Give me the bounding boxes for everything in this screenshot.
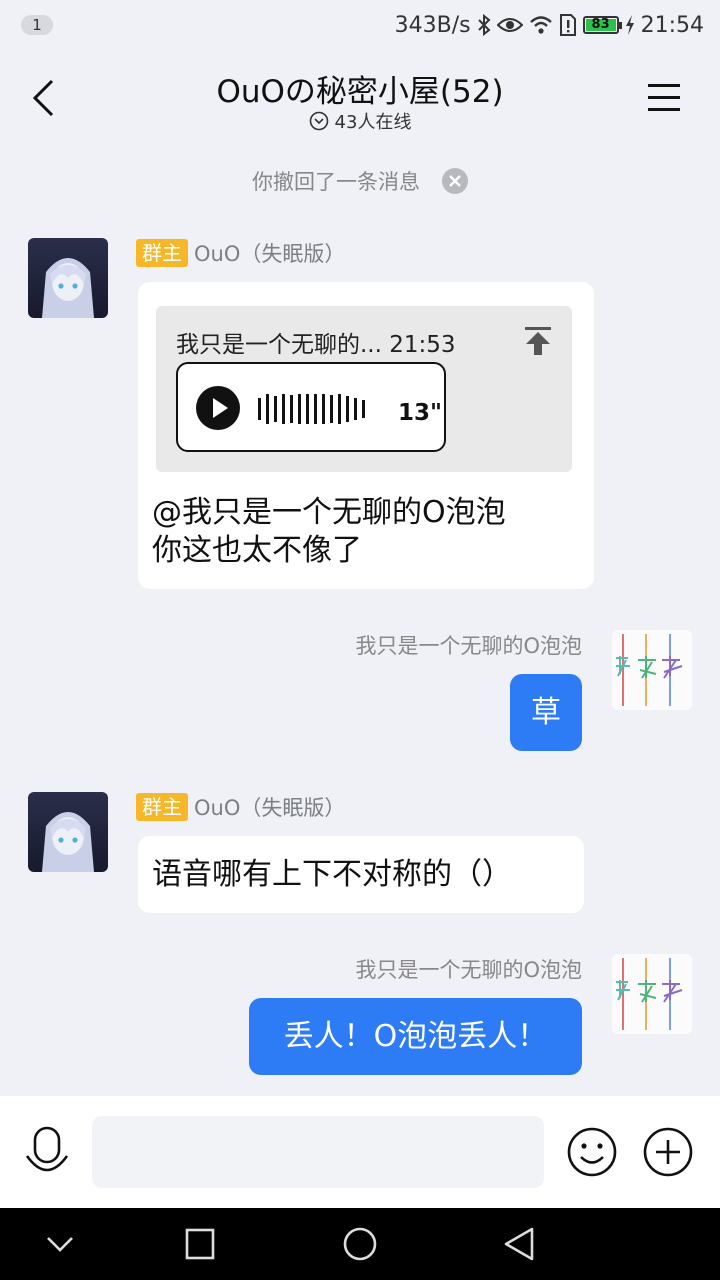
notification-count-badge: 1 — [21, 15, 53, 35]
charging-icon — [625, 15, 635, 35]
battery-level: 83 — [585, 18, 616, 31]
online-count-label: 43人在线 — [334, 112, 412, 133]
eye-icon — [496, 16, 523, 34]
status-icons: 343B/s 83 21:54 — [395, 10, 704, 40]
play-icon[interactable] — [196, 386, 240, 430]
message-text-line: 你这也太不像了 — [152, 533, 362, 568]
nav-home-button[interactable] — [340, 1226, 380, 1266]
microphone-icon — [25, 1126, 69, 1172]
sim-alert-icon — [559, 14, 577, 36]
chevron-down-circle-icon — [309, 111, 328, 131]
voice-message[interactable]: 13" — [176, 362, 446, 452]
message-input[interactable] — [92, 1116, 544, 1188]
nav-back-button[interactable] — [502, 1226, 538, 1266]
quote-header: 我只是一个无聊的... 21:53 — [176, 332, 456, 358]
chat-header: OuOの秘密小屋(52) 43人在线 — [0, 50, 720, 145]
message-bubble[interactable]: 我只是一个无聊的... 21:53 13" @我只是一个无聊的O泡泡 你这也太不… — [138, 282, 594, 589]
sender-row: 群主 OuO（失眠版） — [136, 238, 345, 268]
sender-name: 我只是一个无聊的O泡泡 — [355, 958, 582, 982]
waveform-icon — [258, 394, 365, 424]
avatar-self[interactable] — [612, 954, 692, 1034]
recall-notice: 你撤回了一条消息 — [0, 166, 720, 196]
message-text: 丢人！O泡泡丢人！ — [283, 1018, 548, 1054]
chevron-down-icon — [47, 1237, 73, 1252]
recall-notice-text: 你撤回了一条消息 — [252, 170, 420, 194]
anime-avatar-image — [28, 792, 108, 872]
message-bubble[interactable]: 丢人！O泡泡丢人！ — [249, 998, 582, 1075]
quoted-message[interactable]: 我只是一个无聊的... 21:53 13" — [156, 306, 572, 472]
system-nav-bar — [0, 1208, 720, 1280]
avatar-self[interactable] — [612, 630, 692, 710]
sender-name[interactable]: OuO（失眠版） — [194, 238, 345, 268]
battery-icon: 83 — [582, 16, 622, 34]
message-bubble[interactable]: 语音哪有上下不对称的（） — [138, 836, 584, 913]
bluetooth-icon — [477, 14, 491, 36]
triangle-back-icon — [504, 1227, 534, 1261]
message-text: 语音哪有上下不对称的（） — [152, 856, 512, 892]
sender-name: 我只是一个无聊的O泡泡 — [355, 634, 582, 658]
circle-icon — [343, 1227, 377, 1261]
jump-to-quote-icon[interactable] — [524, 326, 552, 356]
nav-recents-button[interactable] — [184, 1226, 216, 1266]
emoji-button[interactable] — [566, 1126, 618, 1182]
owner-tag: 群主 — [136, 239, 188, 267]
input-bar — [0, 1096, 720, 1208]
more-actions-button[interactable] — [642, 1126, 694, 1182]
voice-input-button[interactable] — [24, 1126, 70, 1182]
message-text-line: @我只是一个无聊的O泡泡 — [152, 495, 506, 530]
anime-avatar-image — [28, 238, 108, 318]
avatar-ouo[interactable] — [28, 792, 108, 872]
voice-duration: 13" — [398, 400, 442, 426]
status-bar: 1 343B/s 83 21:54 — [0, 0, 720, 50]
avatar-ouo[interactable] — [28, 238, 108, 318]
plus-circle-icon — [643, 1127, 693, 1177]
menu-button[interactable] — [646, 80, 682, 114]
calligraphy-avatar-image — [612, 954, 692, 1034]
smiley-icon — [567, 1127, 617, 1177]
sender-name[interactable]: OuO（失眠版） — [194, 792, 345, 822]
owner-tag: 群主 — [136, 793, 188, 821]
net-speed: 343B/s — [394, 12, 471, 38]
calligraphy-avatar-image — [612, 630, 692, 710]
close-icon — [449, 175, 461, 187]
online-count[interactable]: 43人在线 — [0, 108, 720, 134]
square-icon — [185, 1228, 215, 1260]
hamburger-menu-icon — [648, 84, 680, 111]
sender-row: 群主 OuO（失眠版） — [136, 792, 345, 822]
group-title[interactable]: OuOの秘密小屋(52) — [0, 66, 720, 111]
wifi-icon — [529, 15, 553, 35]
nav-hide-button[interactable] — [44, 1230, 76, 1262]
message-bubble[interactable]: 草 — [510, 674, 582, 751]
clock: 21:54 — [640, 12, 704, 38]
dismiss-recall-button[interactable] — [442, 168, 468, 194]
message-text: 草 — [531, 694, 561, 730]
